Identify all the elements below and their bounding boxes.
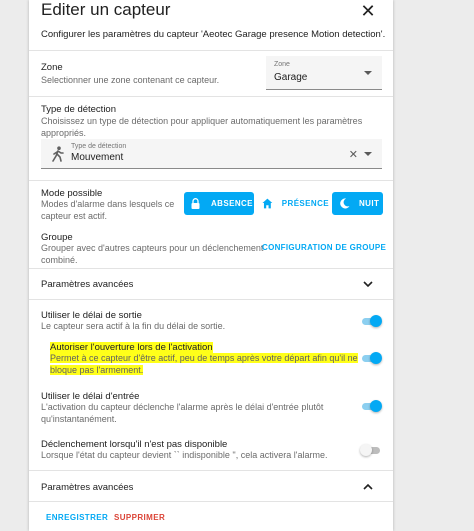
unavailable-trigger-title: Déclenchement lorsqu'il n'est pas dispon…	[41, 439, 228, 450]
advanced-settings-header[interactable]: Paramètres avancées	[41, 279, 133, 290]
moon-icon	[340, 198, 350, 209]
modes-title: Mode possible	[41, 188, 103, 199]
allow-open-description-line: Permet à ce capteur d'être actif, peu de…	[50, 353, 358, 363]
lock-icon	[191, 198, 200, 209]
allow-open-title-text: Autoriser l'ouverture lors de l'activati…	[50, 342, 213, 353]
allow-open-description-line: bloque pas l'armement.	[50, 364, 144, 375]
zone-field-label: Zone	[274, 61, 290, 68]
group-title: Groupe	[41, 232, 73, 243]
zone-select[interactable]: Zone Garage	[266, 56, 382, 90]
detection-field-label: Type de détection	[71, 143, 127, 150]
divider	[29, 501, 393, 502]
unavailable-trigger-toggle[interactable]	[360, 444, 382, 456]
divider	[29, 96, 393, 97]
zone-title: Zone	[41, 62, 63, 73]
zone-value: Garage	[274, 72, 308, 83]
home-icon	[262, 198, 273, 209]
modes-description-line: capteur est actif.	[41, 210, 108, 221]
divider	[29, 268, 393, 269]
modes-description: Modes d'alarme dans lesquels ce capteur …	[41, 199, 174, 222]
entry-delay-toggle[interactable]	[360, 400, 382, 412]
toggle-knob	[360, 444, 372, 456]
entry-delay-description-line: L'activation du capteur déclenche l'alar…	[41, 402, 324, 412]
divider	[29, 180, 393, 181]
mode-absence-button[interactable]: ABSENCE	[184, 192, 254, 215]
group-configuration-link[interactable]: CONFIGURATION DE GROUPE	[262, 243, 386, 252]
dialog-title: Editer un capteur	[41, 0, 171, 19]
detection-title: Type de détection	[41, 104, 116, 115]
delete-button[interactable]: SUPPRIMER	[114, 513, 165, 522]
detection-type-select[interactable]: Type de détection Mouvement ✕	[41, 139, 382, 169]
exit-delay-title: Utiliser le délai de sortie	[41, 310, 142, 321]
close-button[interactable]: ✕	[359, 2, 377, 20]
chevron-down-icon[interactable]	[362, 278, 374, 290]
chevron-up-icon[interactable]	[362, 481, 374, 493]
group-description: Grouper avec d'autres capteurs pour un d…	[41, 243, 263, 266]
allow-open-toggle[interactable]	[360, 352, 382, 364]
divider	[29, 50, 393, 51]
detection-description-line: Choisissez un type de détection pour app…	[41, 116, 363, 126]
walking-person-icon	[52, 146, 64, 162]
chevron-down-icon	[364, 152, 372, 156]
entry-delay-description: L'activation du capteur déclenche l'alar…	[41, 402, 323, 425]
allow-open-description: Permet à ce capteur d'être actif, peu de…	[50, 353, 358, 376]
toggle-knob	[370, 352, 382, 364]
dialog-subtitle: Configurer les paramètres du capteur 'Ae…	[41, 29, 386, 40]
unavailable-trigger-description: Lorsque l'état du capteur devient `` ind…	[41, 450, 328, 460]
mode-night-label: NUIT	[359, 199, 380, 208]
modes-description-line: Modes d'alarme dans lesquels ce	[41, 199, 175, 209]
entry-delay-title: Utiliser le délai d'entrée	[41, 391, 140, 402]
group-description-line: Grouper avec d'autres capteurs pour un d…	[41, 243, 264, 253]
entry-delay-description-line: qu'instantanément.	[41, 413, 117, 424]
divider	[29, 299, 393, 300]
exit-delay-toggle[interactable]	[360, 315, 382, 327]
divider	[29, 470, 393, 471]
save-button[interactable]: ENREGISTRER	[46, 513, 108, 522]
group-description-line: combiné.	[41, 254, 78, 265]
zone-description: Selectionner une zone contenant ce capte…	[41, 75, 220, 85]
close-icon: ✕	[360, 1, 376, 21]
mode-night-button[interactable]: NUIT	[332, 192, 383, 215]
dialog-header: Editer un capteur ✕	[29, 0, 393, 24]
clear-icon[interactable]: ✕	[349, 148, 358, 161]
allow-open-title: Autoriser l'ouverture lors de l'activati…	[50, 342, 213, 353]
advanced-settings-expanded-header[interactable]: Paramètres avancées	[41, 482, 133, 493]
detection-description: Choisissez un type de détection pour app…	[41, 116, 362, 139]
toggle-knob	[370, 400, 382, 412]
toggle-knob	[370, 315, 382, 327]
detection-description-line: appropriés.	[41, 127, 87, 138]
detection-value: Mouvement	[71, 152, 124, 163]
mode-presence-label: PRÉSENCE	[281, 199, 329, 208]
mode-absence-label: ABSENCE	[211, 199, 253, 208]
edit-sensor-dialog: Editer un capteur ✕ Configurer les param…	[29, 0, 393, 531]
exit-delay-description: Le capteur sera actif à la fin du délai …	[41, 321, 226, 331]
chevron-down-icon	[364, 71, 372, 75]
mode-presence-button[interactable]: PRÉSENCE	[259, 192, 329, 215]
